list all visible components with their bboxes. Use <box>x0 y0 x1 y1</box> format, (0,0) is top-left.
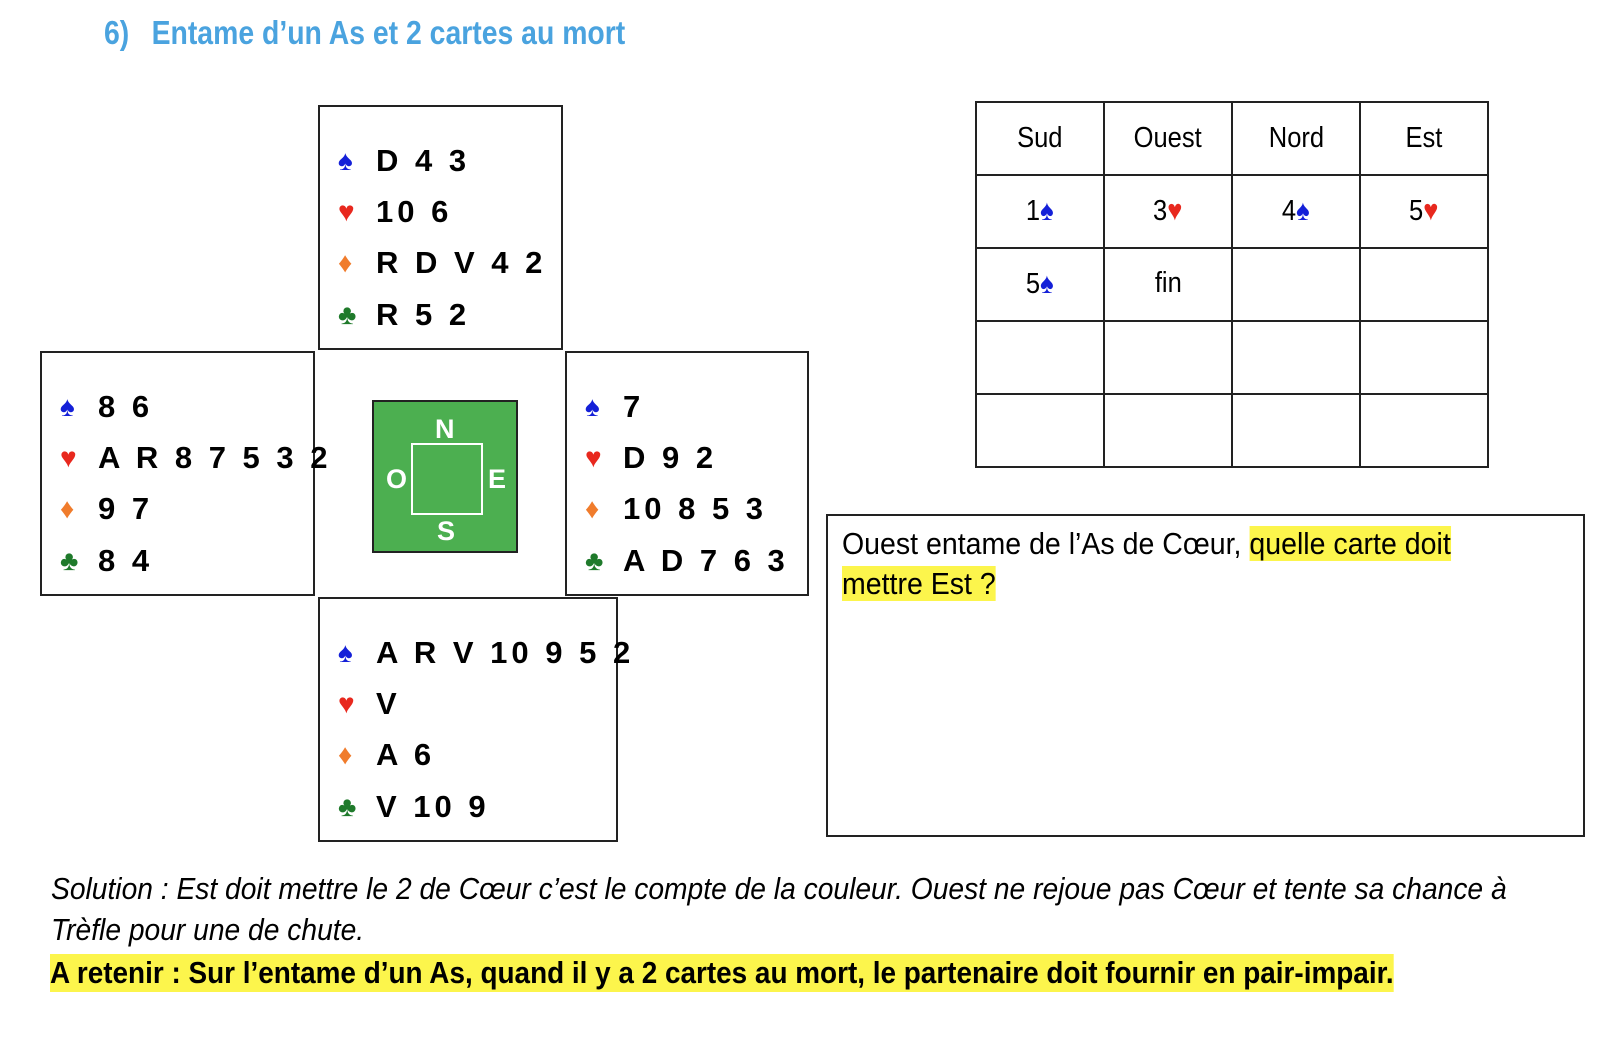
north-clubs-row: ♣ R 5 2 <box>338 295 470 335</box>
bid-cell-empty <box>1359 247 1489 322</box>
west-clubs-cards: 8 4 <box>98 543 154 578</box>
bid-cell-empty <box>1359 393 1489 468</box>
east-diamonds-row: ♦ 10 8 5 3 <box>585 489 767 529</box>
north-diamonds-cards: R D V 4 2 <box>376 245 547 280</box>
compass-west-label: O <box>386 464 408 494</box>
bidding-row-3 <box>975 320 1489 395</box>
compass-table: N S E O <box>372 400 518 553</box>
bid-cell: 1♠ <box>975 174 1105 249</box>
header-nord: Nord <box>1231 101 1361 176</box>
spade-icon: ♠ <box>1296 195 1310 227</box>
south-clubs-cards: V 10 9 <box>376 789 490 824</box>
south-hearts-cards: V <box>376 686 401 721</box>
bidding-table: Sud Ouest Nord Est 1♠ 3♥ 4♠ 5♥ 5♠ fin <box>975 101 1489 468</box>
bid-cell-empty <box>1231 393 1361 468</box>
west-spades-cards: 8 6 <box>98 389 154 424</box>
section-number: 6) <box>104 14 130 51</box>
bid-cell-fin: fin <box>1103 247 1233 322</box>
east-clubs-cards: A D 7 6 3 <box>623 543 789 578</box>
east-hand: ♠ 7 ♥ D 9 2 ♦ 10 8 5 3 ♣ A D 7 6 3 <box>565 351 809 596</box>
bid-cell-empty <box>1231 247 1361 322</box>
south-clubs-row: ♣ V 10 9 <box>338 787 490 827</box>
heart-icon: ♥ <box>1167 195 1183 227</box>
south-diamonds-cards: A 6 <box>376 737 436 772</box>
spade-icon: ♠ <box>338 145 353 176</box>
east-spades-cards: 7 <box>623 389 645 424</box>
spade-icon: ♠ <box>585 391 600 422</box>
spade-icon: ♠ <box>338 637 353 668</box>
header-est: Est <box>1359 101 1489 176</box>
page-title: 6) Entame d’un As et 2 cartes au mort <box>104 14 625 52</box>
south-hand: ♠ A R V 10 9 5 2 ♥ V ♦ A 6 ♣ V 10 9 <box>318 597 630 842</box>
east-hearts-cards: D 9 2 <box>623 440 718 475</box>
west-diamonds-row: ♦ 9 7 <box>60 489 153 529</box>
diamond-icon: ♦ <box>585 493 600 524</box>
spade-icon: ♠ <box>1040 268 1054 300</box>
club-icon: ♣ <box>585 545 604 576</box>
section-title: Entame d’un As et 2 cartes au mort <box>151 14 626 51</box>
heart-icon: ♥ <box>338 196 355 227</box>
diamond-icon: ♦ <box>60 493 75 524</box>
north-hearts-cards: 10 6 <box>376 194 453 229</box>
bidding-row-2: 5♠ fin <box>975 247 1489 322</box>
heart-icon: ♥ <box>1423 195 1439 227</box>
heart-icon: ♥ <box>60 442 77 473</box>
east-hearts-row: ♥ D 9 2 <box>585 438 717 478</box>
spade-icon: ♠ <box>60 391 75 422</box>
bid-cell-empty <box>1103 320 1233 395</box>
heart-icon: ♥ <box>338 688 355 719</box>
east-clubs-row: ♣ A D 7 6 3 <box>585 541 789 581</box>
compass-south-label: S <box>437 516 456 546</box>
diamond-icon: ♦ <box>338 739 353 770</box>
east-spades-row: ♠ 7 <box>585 387 644 427</box>
north-clubs-cards: R 5 2 <box>376 297 471 332</box>
bidding-row-1: 1♠ 3♥ 4♠ 5♥ <box>975 174 1489 249</box>
bid-cell: 5♥ <box>1359 174 1489 249</box>
club-icon: ♣ <box>338 791 357 822</box>
south-hearts-row: ♥ V <box>338 684 401 724</box>
bid-cell: 4♠ <box>1231 174 1361 249</box>
header-sud: Sud <box>975 101 1105 176</box>
north-hearts-row: ♥ 10 6 <box>338 192 452 232</box>
south-spades-row: ♠ A R V 10 9 5 2 <box>338 633 634 673</box>
west-spades-row: ♠ 8 6 <box>60 387 153 427</box>
diamond-icon: ♦ <box>338 247 353 278</box>
bid-cell: 3♥ <box>1103 174 1233 249</box>
south-diamonds-row: ♦ A 6 <box>338 735 435 775</box>
spade-icon: ♠ <box>1040 195 1054 227</box>
north-spades-cards: D 4 3 <box>376 143 471 178</box>
bidding-header-row: Sud Ouest Nord Est <box>975 101 1489 176</box>
bid-cell-empty <box>975 393 1105 468</box>
question-box: Ouest entame de l’As de Cœur, quelle car… <box>826 514 1585 837</box>
bid-cell-empty <box>1231 320 1361 395</box>
solution-text: Solution : Est doit mettre le 2 de Cœur … <box>51 871 1507 947</box>
north-spades-row: ♠ D 4 3 <box>338 141 470 181</box>
west-hearts-row: ♥ A R 8 7 5 3 2 <box>60 438 332 478</box>
west-hand: ♠ 8 6 ♥ A R 8 7 5 3 2 ♦ 9 7 ♣ 8 4 <box>40 351 328 596</box>
club-icon: ♣ <box>60 545 79 576</box>
west-clubs-row: ♣ 8 4 <box>60 541 153 581</box>
bid-cell-empty <box>975 320 1105 395</box>
bid-cell: 5♠ <box>975 247 1105 322</box>
header-ouest: Ouest <box>1103 101 1233 176</box>
north-hand: ♠ D 4 3 ♥ 10 6 ♦ R D V 4 2 ♣ R 5 2 <box>318 105 563 350</box>
question-text: Ouest entame de l’As de Cœur, quelle car… <box>842 526 1451 601</box>
west-hearts-cards: A R 8 7 5 3 2 <box>98 440 332 475</box>
heart-icon: ♥ <box>585 442 602 473</box>
bid-cell-empty <box>1359 320 1489 395</box>
compass-east-label: E <box>488 464 507 494</box>
bidding-row-4 <box>975 393 1489 468</box>
west-diamonds-cards: 9 7 <box>98 491 154 526</box>
bid-cell-empty <box>1103 393 1233 468</box>
south-spades-cards: A R V 10 9 5 2 <box>376 635 635 670</box>
key-takeaway: A retenir : Sur l’entame d’un As, quand … <box>50 954 1394 992</box>
east-diamonds-cards: 10 8 5 3 <box>623 491 768 526</box>
club-icon: ♣ <box>338 299 357 330</box>
compass-north-label: N <box>435 414 455 444</box>
north-diamonds-row: ♦ R D V 4 2 <box>338 243 546 283</box>
compass-square <box>411 443 483 515</box>
